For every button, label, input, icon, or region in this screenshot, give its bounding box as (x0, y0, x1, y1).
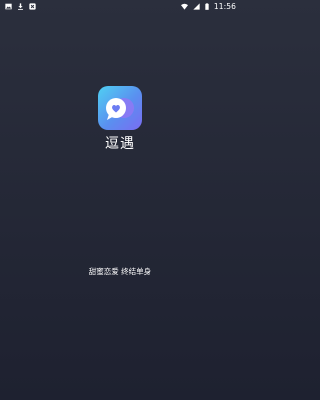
chat-heart-logo-icon (106, 98, 134, 120)
status-time: 11:56 (213, 1, 236, 11)
wifi-icon (180, 3, 188, 10)
app-logo (98, 86, 142, 130)
app-name: 逗遇 (105, 136, 135, 152)
app-notification-icon (29, 2, 36, 10)
system-icons: 11:56 (180, 1, 236, 11)
download-icon (18, 2, 23, 10)
image-icon (5, 3, 12, 9)
battery-icon (205, 2, 209, 10)
status-bar: 11:56 (0, 0, 240, 12)
slogan-text: 甜蜜恋爱 终结单身 (88, 267, 152, 276)
signal-icon (193, 2, 200, 10)
notification-icons (5, 2, 36, 10)
